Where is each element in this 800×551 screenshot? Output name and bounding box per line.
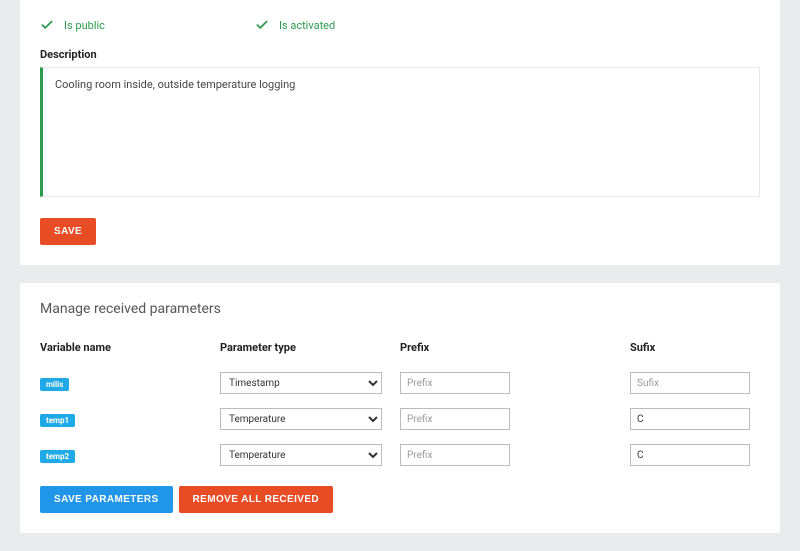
variable-cell: milis [40,376,220,391]
parameters-buttons: SAVE PARAMETERS REMOVE ALL RECEIVED [40,486,760,513]
table-row: milis TimestampTemperature [40,372,760,394]
sufix-input[interactable] [630,372,750,394]
parameters-card: Manage received parameters Variable name… [20,283,780,533]
variable-tag: temp1 [40,414,75,427]
prefix-cell [400,372,630,394]
description-textarea[interactable] [40,67,760,197]
sufix-cell [630,372,760,394]
variable-cell: temp1 [40,412,220,427]
header-variable: Variable name [40,341,220,354]
parameter-type-select[interactable]: TimestampTemperature [220,444,382,466]
type-cell: TimestampTemperature [220,408,400,430]
remove-all-button[interactable]: REMOVE ALL RECEIVED [179,486,334,513]
save-row: SAVE [40,218,760,245]
description-label: Description [40,48,760,61]
check-icon [255,18,269,32]
header-prefix: Prefix [400,341,630,354]
parameters-title: Manage received parameters [40,301,760,317]
parameter-type-select[interactable]: TimestampTemperature [220,372,382,394]
device-settings-card: Is public Is activated Description SAVE [20,0,780,265]
prefix-input[interactable] [400,444,510,466]
is-public-flag: Is public [40,18,105,32]
sufix-input[interactable] [630,444,750,466]
variable-tag: temp2 [40,450,75,463]
parameters-header: Variable name Parameter type Prefix Sufi… [40,341,760,354]
is-activated-label: Is activated [279,19,335,32]
is-public-label: Is public [64,19,105,32]
header-sufix: Sufix [630,341,760,354]
type-cell: TimestampTemperature [220,444,400,466]
sufix-cell [630,444,760,466]
save-parameters-button[interactable]: SAVE PARAMETERS [40,486,173,513]
variable-tag: milis [40,378,69,391]
table-row: temp2 TimestampTemperature [40,444,760,466]
prefix-cell [400,444,630,466]
prefix-cell [400,408,630,430]
parameter-type-select[interactable]: TimestampTemperature [220,408,382,430]
flags-row: Is public Is activated [40,18,760,32]
header-type: Parameter type [220,341,400,354]
parameters-rows: milis TimestampTemperature temp1 TimestampT… [40,372,760,466]
variable-cell: temp2 [40,448,220,463]
type-cell: TimestampTemperature [220,372,400,394]
table-row: temp1 TimestampTemperature [40,408,760,430]
check-icon [40,18,54,32]
is-activated-flag: Is activated [255,18,335,32]
prefix-input[interactable] [400,372,510,394]
sufix-input[interactable] [630,408,750,430]
sufix-cell [630,408,760,430]
save-button[interactable]: SAVE [40,218,96,245]
prefix-input[interactable] [400,408,510,430]
